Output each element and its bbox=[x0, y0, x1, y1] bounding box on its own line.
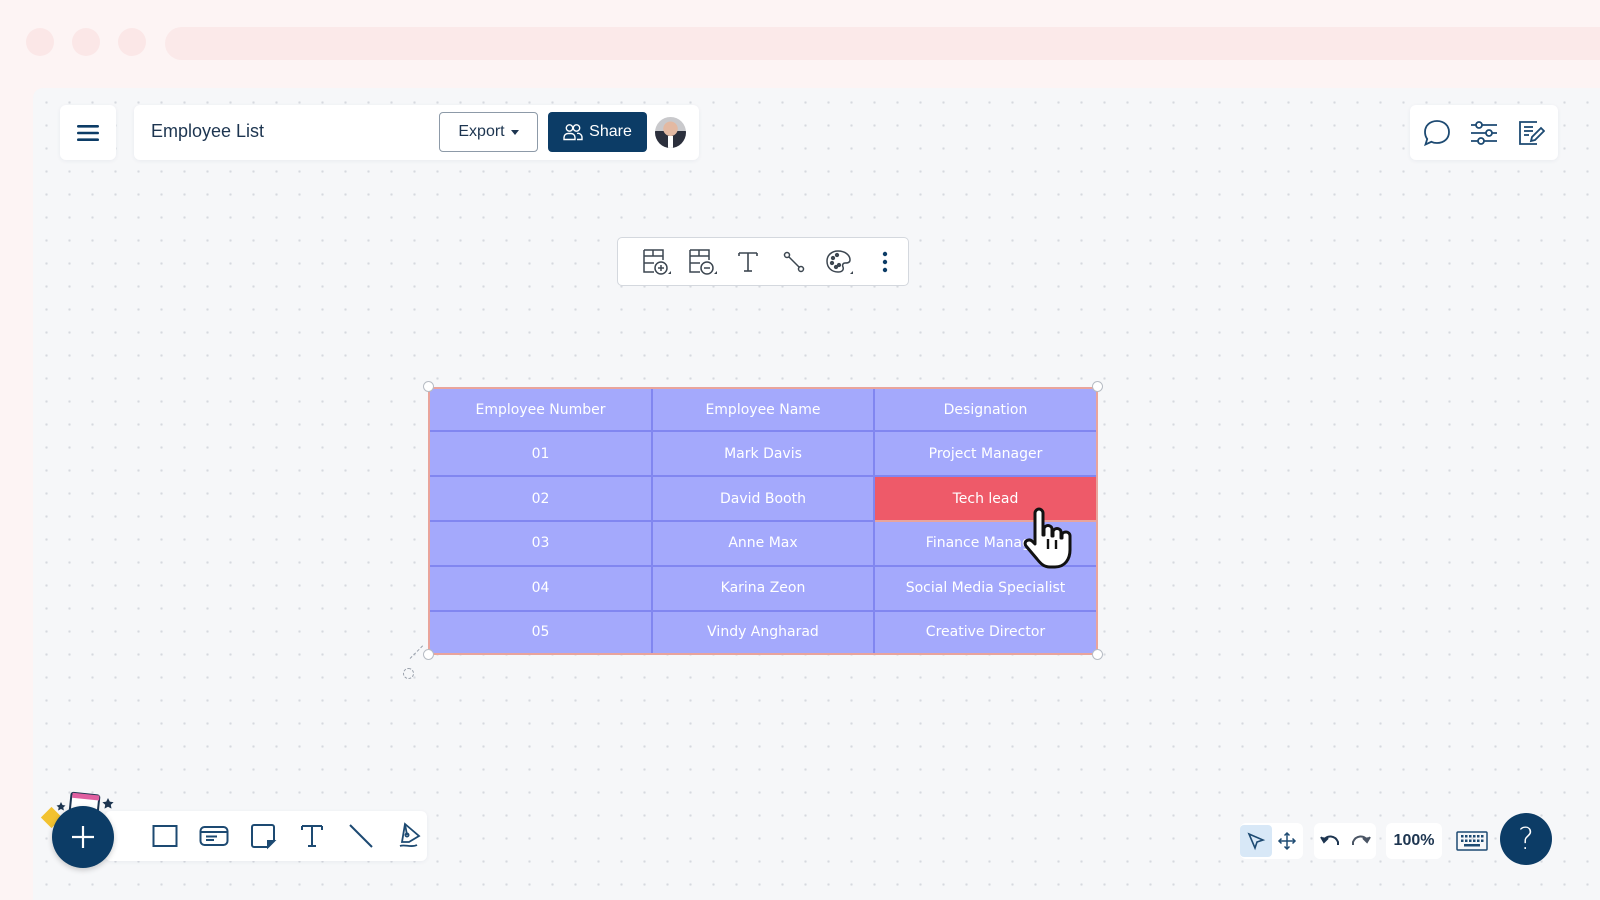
resize-handle-top-left[interactable] bbox=[423, 381, 434, 392]
comments-button[interactable] bbox=[1419, 115, 1455, 151]
pen-icon bbox=[400, 822, 421, 848]
sticky-note-tool[interactable] bbox=[247, 818, 280, 854]
settings-button[interactable] bbox=[1466, 115, 1502, 151]
table-cell[interactable]: 05 bbox=[430, 609, 653, 653]
palette-icon bbox=[825, 249, 853, 274]
share-label: Share bbox=[589, 123, 632, 140]
header-cell[interactable]: Designation bbox=[873, 389, 1096, 433]
redo-icon bbox=[1351, 835, 1371, 845]
pen-tool[interactable] bbox=[394, 818, 427, 854]
line-icon bbox=[349, 824, 374, 848]
move-icon bbox=[1277, 831, 1297, 851]
address-bar bbox=[165, 27, 1600, 60]
more-vertical-icon bbox=[882, 251, 888, 272]
plus-icon bbox=[72, 826, 94, 848]
hamburger-menu-icon bbox=[77, 124, 99, 141]
sticky-note-icon bbox=[251, 824, 277, 850]
table-cell[interactable]: Vindy Angharad bbox=[651, 609, 875, 653]
redo-button[interactable] bbox=[1347, 825, 1375, 857]
keyboard-shortcuts-button[interactable] bbox=[1454, 823, 1490, 859]
selected-table-cell[interactable]: Tech lead bbox=[873, 475, 1096, 522]
add-shape-button[interactable] bbox=[52, 806, 114, 868]
table-row: 03 Anne Max Finance Manager bbox=[430, 519, 1096, 567]
undo-button[interactable] bbox=[1316, 825, 1344, 857]
table-cell[interactable]: Project Manager bbox=[873, 430, 1096, 478]
table-remove-icon bbox=[688, 248, 717, 275]
table-row: 01 Mark Davis Project Manager bbox=[430, 430, 1096, 478]
table-cell[interactable]: Creative Director bbox=[873, 609, 1096, 653]
keyboard-icon bbox=[1456, 831, 1488, 851]
text-icon bbox=[738, 251, 758, 272]
document-header: Employee List Export Share bbox=[134, 105, 699, 160]
table-cell[interactable]: Anne Max bbox=[651, 519, 875, 567]
users-icon bbox=[563, 124, 583, 141]
card-icon bbox=[199, 826, 229, 846]
zoom-level[interactable]: 100% bbox=[1386, 832, 1443, 850]
window-dot-minimize bbox=[72, 28, 100, 56]
text-icon bbox=[301, 825, 324, 847]
pan-mode-button[interactable] bbox=[1272, 825, 1302, 857]
export-label: Export bbox=[458, 123, 505, 140]
share-button[interactable]: Share bbox=[548, 112, 647, 152]
connector-icon bbox=[783, 251, 805, 272]
line-tool[interactable] bbox=[345, 818, 378, 854]
resize-handle-top-right[interactable] bbox=[1092, 381, 1103, 392]
shape-toolbar bbox=[105, 811, 427, 861]
header-cell[interactable]: Employee Name bbox=[651, 389, 875, 433]
interaction-mode-group bbox=[1240, 823, 1303, 859]
table-cell[interactable]: David Booth bbox=[651, 475, 875, 522]
more-options-button[interactable] bbox=[862, 242, 908, 282]
rectangle-icon bbox=[152, 825, 178, 847]
text-format-button[interactable] bbox=[725, 242, 771, 282]
resize-handle-bottom-right[interactable] bbox=[1092, 649, 1103, 660]
table-cell[interactable]: 02 bbox=[430, 475, 653, 522]
table-cell[interactable]: Mark Davis bbox=[651, 430, 875, 478]
rotate-handle[interactable] bbox=[403, 668, 414, 679]
connector-button[interactable] bbox=[771, 242, 817, 282]
header-cell[interactable]: Employee Number bbox=[430, 389, 653, 433]
select-mode-button[interactable] bbox=[1240, 825, 1272, 857]
table-row: 02 David Booth Tech lead bbox=[430, 475, 1096, 522]
table-cell[interactable]: 01 bbox=[430, 430, 653, 478]
color-palette-button[interactable] bbox=[817, 242, 863, 282]
pointer-icon bbox=[1247, 832, 1266, 851]
help-button[interactable]: ? bbox=[1500, 813, 1552, 865]
text-tool[interactable] bbox=[296, 818, 329, 854]
table-cell[interactable]: Social Media Specialist bbox=[873, 564, 1096, 612]
table-cell[interactable]: 03 bbox=[430, 519, 653, 567]
user-avatar[interactable] bbox=[655, 117, 686, 148]
undo-icon bbox=[1319, 835, 1339, 845]
chat-bubble-icon bbox=[1424, 119, 1451, 146]
zoom-control: 100% bbox=[1386, 823, 1442, 859]
rectangle-tool[interactable] bbox=[148, 818, 181, 854]
table-header-row: Employee Number Employee Name Designatio… bbox=[430, 389, 1096, 433]
card-tool[interactable] bbox=[197, 818, 230, 854]
main-menu-button[interactable] bbox=[60, 105, 116, 160]
table-row: 04 Karina Zeon Social Media Specialist bbox=[430, 564, 1096, 612]
employee-table[interactable]: Employee Number Employee Name Designatio… bbox=[428, 387, 1098, 655]
caret-down-icon bbox=[510, 129, 519, 135]
table-add-icon bbox=[643, 248, 671, 275]
help-icon: ? bbox=[1518, 821, 1534, 857]
employee-table-grid: Employee Number Employee Name Designatio… bbox=[430, 389, 1096, 653]
document-title[interactable]: Employee List bbox=[151, 121, 264, 142]
resize-handle-bottom-left[interactable] bbox=[423, 649, 434, 660]
table-context-toolbar bbox=[617, 237, 909, 286]
table-cell[interactable]: 04 bbox=[430, 564, 653, 612]
window-dot-maximize bbox=[118, 28, 146, 56]
add-row-column-button[interactable] bbox=[634, 242, 680, 282]
remove-row-column-button[interactable] bbox=[680, 242, 726, 282]
sliders-icon bbox=[1470, 120, 1497, 145]
edit-note-icon bbox=[1518, 120, 1545, 145]
table-cell[interactable]: Finance Manager bbox=[873, 519, 1096, 567]
window-dot-close bbox=[26, 28, 54, 56]
table-row: 05 Vindy Angharad Creative Director bbox=[430, 609, 1096, 653]
history-group bbox=[1314, 823, 1376, 859]
export-button[interactable]: Export bbox=[439, 112, 538, 152]
right-toolbar bbox=[1410, 105, 1558, 160]
table-cell[interactable]: Karina Zeon bbox=[651, 564, 875, 612]
notes-button[interactable] bbox=[1513, 115, 1549, 151]
